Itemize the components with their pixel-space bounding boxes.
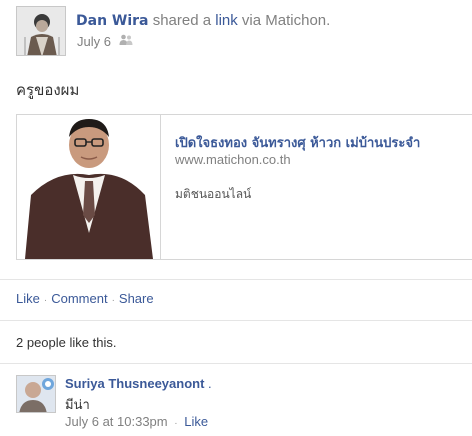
author-name-link[interactable]: Dan Wira [76,13,149,29]
separator-dot: · [174,418,178,429]
comment-meta: July 6 at 10:33pm · Like [65,414,208,429]
likes-summary[interactable]: 2 people like this. [16,335,116,350]
author-photo [17,7,65,55]
shared-link-thumbnail[interactable] [17,115,161,259]
post-meta: July 6 [77,34,133,49]
post-actions: Like · Comment · Share [16,291,154,306]
author-avatar[interactable] [16,6,66,56]
name-separator: . [208,376,212,391]
commenter-name-link[interactable]: Suriya Thusneeyanont [65,376,204,391]
share-link[interactable]: Share [119,291,154,306]
shared-link-card[interactable]: เปิดใจธงทอง จันทรางศุ ห้าวก เม่บ้านประจำ… [16,114,472,260]
via-text: via Matichon. [241,12,331,29]
shared-link-url: www.matichon.co.th [175,152,291,167]
separator-dot: · [111,295,115,306]
post-date-link[interactable]: July 6 [77,34,111,49]
divider [0,279,472,280]
commenter-avatar[interactable] [16,375,56,413]
friends-icon[interactable] [119,34,133,49]
comment-like-link[interactable]: Like [184,414,208,429]
action-text: shared a [152,12,212,29]
comment-timestamp-link[interactable]: July 6 at 10:33pm [65,414,168,429]
divider [0,320,472,321]
like-link[interactable]: Like [16,291,40,306]
commenter-name-row: Suriya Thusneeyanont . [65,376,212,391]
shared-link-title[interactable]: เปิดใจธงทอง จันทรางศุ ห้าวก เม่บ้านประจำ [175,132,420,153]
post-message: ครูของผม [16,81,80,99]
divider [0,363,472,364]
post-header: Dan Wira shared a link via Matichon. [76,12,330,29]
comment-link[interactable]: Comment [51,291,107,306]
separator-dot: · [43,295,48,306]
comment-text: มีน่า [65,398,90,413]
link-word-link[interactable]: link [215,12,238,29]
shared-link-description: มติชนออนไลน์ [175,187,252,201]
